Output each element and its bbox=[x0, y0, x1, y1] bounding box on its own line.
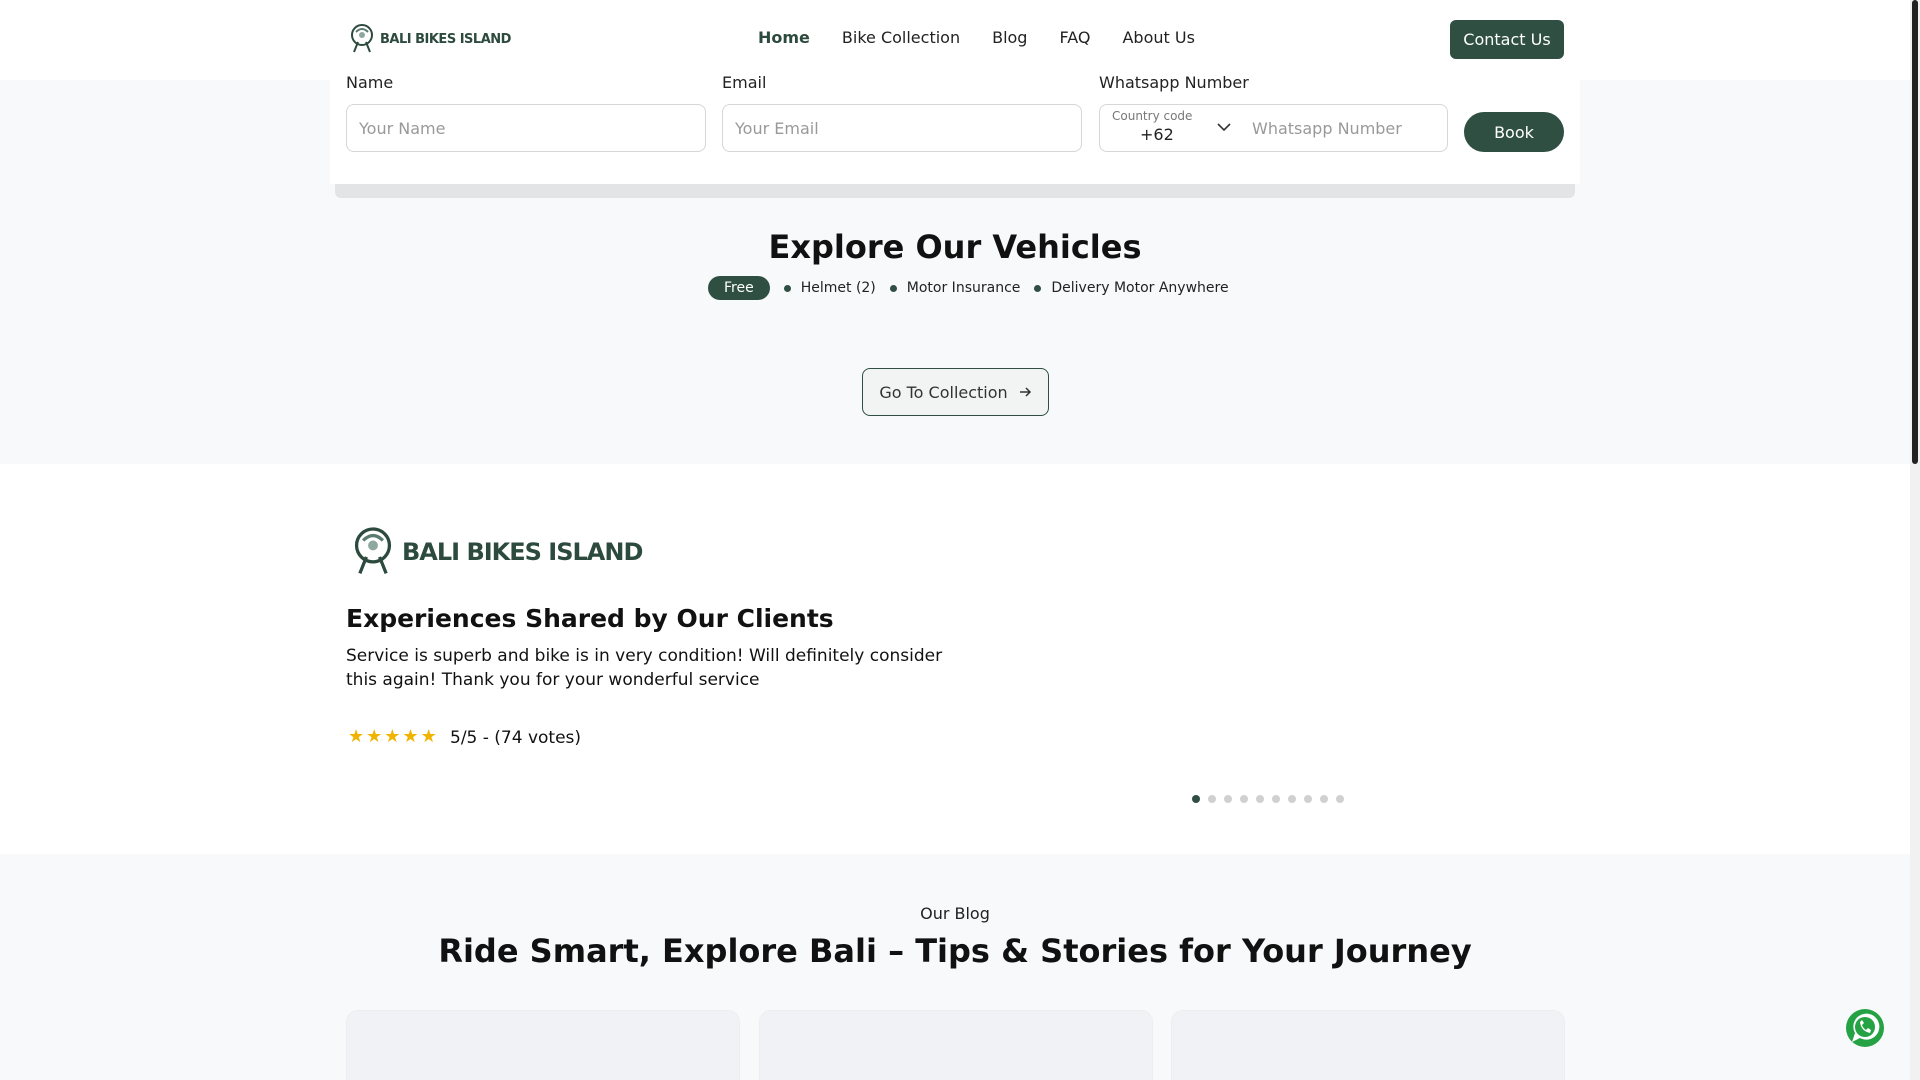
email-input[interactable]: Your Email bbox=[722, 104, 1082, 152]
contact-us-button[interactable]: Contact Us bbox=[1450, 20, 1564, 59]
book-button[interactable]: Book bbox=[1464, 112, 1564, 152]
scooter-logo-icon bbox=[351, 24, 373, 53]
carousel-dot[interactable] bbox=[1336, 795, 1344, 803]
bullet-dot bbox=[1034, 284, 1042, 292]
star-icon: ★ bbox=[420, 726, 437, 747]
star-icon: ★ bbox=[384, 726, 401, 747]
arrow-right-icon bbox=[1019, 387, 1031, 397]
nav-item-about-us[interactable]: About Us bbox=[1122, 28, 1194, 47]
email-label: Email bbox=[722, 73, 767, 92]
country-code-select[interactable]: Country code +62 bbox=[1099, 104, 1241, 152]
scrollbar-thumb[interactable] bbox=[1912, 0, 1918, 464]
carousel-dot[interactable] bbox=[1272, 795, 1280, 803]
country-code-value: +62 bbox=[1140, 125, 1174, 144]
feature-item: Motor Insurance bbox=[906, 280, 1021, 296]
vehicles-title: Explore Our Vehicles bbox=[768, 228, 1142, 266]
name-label: Name bbox=[346, 73, 394, 92]
nav-item-bike-collection[interactable]: Bike Collection bbox=[842, 28, 960, 47]
whatsapp-icon[interactable] bbox=[1844, 1007, 1886, 1049]
carousel-dot[interactable] bbox=[1256, 795, 1264, 803]
brand-name: BALI BIKES ISLAND bbox=[402, 538, 643, 566]
carousel-dot[interactable] bbox=[1208, 795, 1216, 803]
rating-text: 5/5 - (74 votes) bbox=[450, 728, 582, 748]
brand-name: BALI BIKES ISLAND bbox=[380, 31, 511, 47]
carousel-dot[interactable] bbox=[1304, 795, 1312, 803]
carousel-dot[interactable] bbox=[1224, 795, 1232, 803]
bullet-dot bbox=[889, 284, 897, 292]
testimonials-section: BALI BIKES ISLAND Experiences Shared by … bbox=[0, 464, 1910, 854]
whatsapp-label: Whatsapp Number bbox=[1099, 73, 1249, 92]
testimonial-brand-logo: BALI BIKES ISLAND bbox=[350, 524, 643, 580]
country-code-label: Country code bbox=[1112, 109, 1193, 123]
chevron-down-icon bbox=[1217, 123, 1231, 132]
star-icon: ★ bbox=[348, 726, 365, 747]
blog-card[interactable] bbox=[759, 1010, 1153, 1080]
testimonials-title: Experiences Shared by Our Clients bbox=[346, 604, 834, 633]
bullet-dot bbox=[783, 284, 791, 292]
testimonial-quote: Service is superb and bike is in very co… bbox=[346, 646, 943, 690]
feature-item: Helmet (2) bbox=[800, 280, 876, 296]
page: BALI BIKES ISLAND Home Bike Collection B… bbox=[0, 0, 1910, 1080]
scooter-logo-icon bbox=[354, 527, 392, 574]
free-badge: Free bbox=[708, 276, 770, 300]
carousel-dot[interactable] bbox=[1288, 795, 1296, 803]
feature-item: Delivery Motor Anywhere bbox=[1051, 280, 1229, 296]
carousel-dot[interactable] bbox=[1192, 795, 1200, 803]
site-header: BALI BIKES ISLAND Home Bike Collection B… bbox=[0, 0, 1910, 80]
blog-eyebrow: Our Blog bbox=[920, 904, 990, 923]
blog-card[interactable] bbox=[346, 1010, 740, 1080]
star-icon: ★ bbox=[402, 726, 419, 747]
nav-item-home[interactable]: Home bbox=[758, 28, 810, 47]
name-input[interactable]: Your Name bbox=[346, 104, 706, 152]
nav-item-blog[interactable]: Blog bbox=[992, 28, 1027, 47]
whatsapp-number-input[interactable]: Whatsapp Number bbox=[1240, 104, 1448, 152]
feature-list: Free Helmet (2) Motor Insurance Delivery… bbox=[708, 276, 1229, 300]
main-nav: Home Bike Collection Blog FAQ About Us bbox=[758, 28, 1195, 47]
star-icon: ★ bbox=[366, 726, 383, 747]
carousel-pagination bbox=[1192, 795, 1344, 803]
blog-title: Ride Smart, Explore Bali – Tips & Storie… bbox=[438, 932, 1472, 970]
go-to-collection-button[interactable]: Go To Collection bbox=[862, 368, 1049, 416]
brand-logo[interactable]: BALI BIKES ISLAND bbox=[348, 22, 511, 56]
carousel-dot[interactable] bbox=[1320, 795, 1328, 803]
carousel-dot[interactable] bbox=[1240, 795, 1248, 803]
nav-item-faq[interactable]: FAQ bbox=[1059, 28, 1090, 47]
go-to-collection-label: Go To Collection bbox=[879, 382, 1008, 402]
star-rating: ★ ★ ★ ★ ★ bbox=[348, 726, 437, 747]
blog-card[interactable] bbox=[1171, 1010, 1565, 1080]
